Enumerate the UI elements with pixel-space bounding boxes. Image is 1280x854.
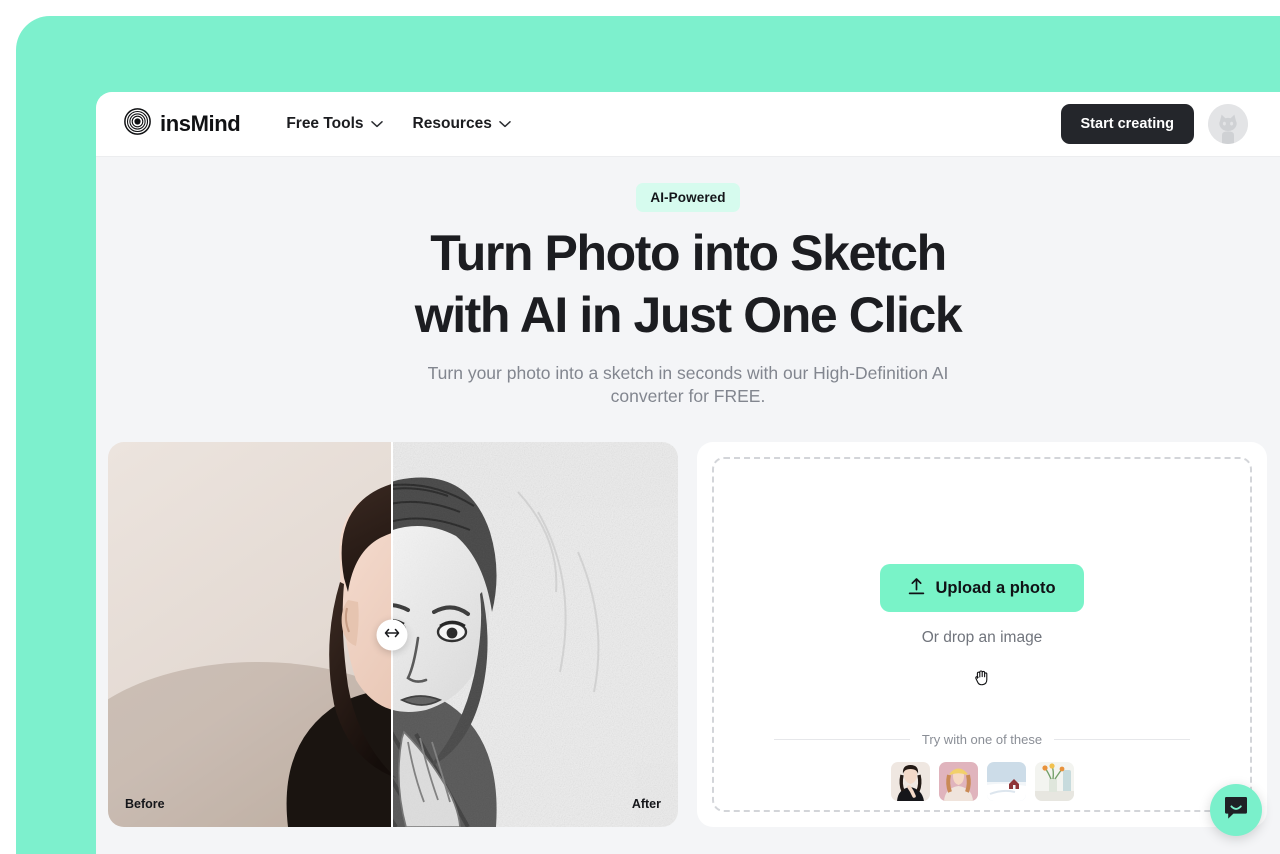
after-label: After bbox=[631, 797, 661, 812]
sample-thumb-flowers-on-desk[interactable] bbox=[1034, 762, 1074, 802]
sample-thumb-snow-barn-landscape[interactable] bbox=[986, 762, 1026, 802]
page-title: Turn Photo into Sketch with AI in Just O… bbox=[96, 228, 1280, 340]
hero-section: AI-Powered Turn Photo into Sketch with A… bbox=[96, 157, 1280, 408]
sample-thumb-woman-with-yellow-hat[interactable] bbox=[938, 762, 978, 802]
nav-item-free-tools[interactable]: Free Tools bbox=[286, 115, 383, 133]
after-side: After bbox=[392, 442, 678, 828]
headline-line-2: with AI in Just One Click bbox=[414, 287, 963, 343]
nav-label: Free Tools bbox=[286, 115, 364, 132]
try-samples-label: Try with one of these bbox=[921, 732, 1043, 748]
headline-line-1: Turn Photo into Sketch bbox=[430, 225, 947, 281]
upload-photo-button[interactable]: Upload a photo bbox=[880, 564, 1084, 613]
ai-powered-badge: AI-Powered bbox=[636, 183, 740, 212]
upload-button-label: Upload a photo bbox=[935, 578, 1056, 597]
left-right-arrow-icon bbox=[384, 626, 400, 644]
before-side: Before bbox=[108, 442, 391, 828]
divider-line-right bbox=[1054, 739, 1190, 741]
divider-line-left bbox=[774, 739, 910, 741]
chat-bubble-smile-icon bbox=[1223, 795, 1249, 826]
avatar[interactable] bbox=[1208, 104, 1248, 144]
grab-hand-cursor-icon bbox=[973, 667, 991, 687]
start-creating-button[interactable]: Start creating bbox=[1060, 104, 1194, 144]
work-area: Before After Upload a photo Or drop an i… bbox=[96, 408, 1280, 828]
sample-thumb-woman-in-black-portrait[interactable] bbox=[890, 762, 930, 802]
main-nav: Free Tools Resources bbox=[286, 115, 511, 133]
drop-hint-text: Or drop an image bbox=[921, 629, 1043, 647]
brand-name: insMind bbox=[160, 111, 241, 136]
chevron-down-icon bbox=[499, 115, 511, 133]
upload-arrow-icon bbox=[908, 577, 925, 600]
browser-page: insMind Free Tools Resources Start creat… bbox=[96, 92, 1280, 854]
sample-thumbnails bbox=[714, 762, 1250, 802]
nav-label: Resources bbox=[412, 115, 492, 132]
header-actions: Start creating bbox=[1060, 104, 1248, 144]
hero-subtitle: Turn your photo into a sketch in seconds… bbox=[427, 363, 949, 407]
chat-launcher-button[interactable] bbox=[1210, 784, 1262, 836]
concentric-circles-logo-icon bbox=[124, 108, 151, 140]
before-after-slider[interactable]: Before After bbox=[108, 442, 678, 828]
nav-item-resources[interactable]: Resources bbox=[413, 115, 511, 133]
user-avatar-placeholder-icon bbox=[1208, 104, 1248, 144]
chevron-down-icon bbox=[370, 115, 383, 133]
slider-handle[interactable] bbox=[376, 619, 408, 651]
before-photo bbox=[108, 442, 391, 828]
site-header: insMind Free Tools Resources Start creat… bbox=[96, 92, 1280, 157]
try-samples-divider: Try with one of these bbox=[714, 732, 1250, 747]
after-sketch bbox=[392, 442, 678, 828]
before-label: Before bbox=[125, 797, 165, 812]
desktop-root: insMind Free Tools Resources Start creat… bbox=[0, 0, 1280, 854]
upload-panel: Upload a photo Or drop an image Try with… bbox=[697, 442, 1267, 828]
brand-logo[interactable]: insMind bbox=[124, 108, 241, 140]
dropzone[interactable]: Upload a photo Or drop an image Try with… bbox=[712, 457, 1252, 813]
